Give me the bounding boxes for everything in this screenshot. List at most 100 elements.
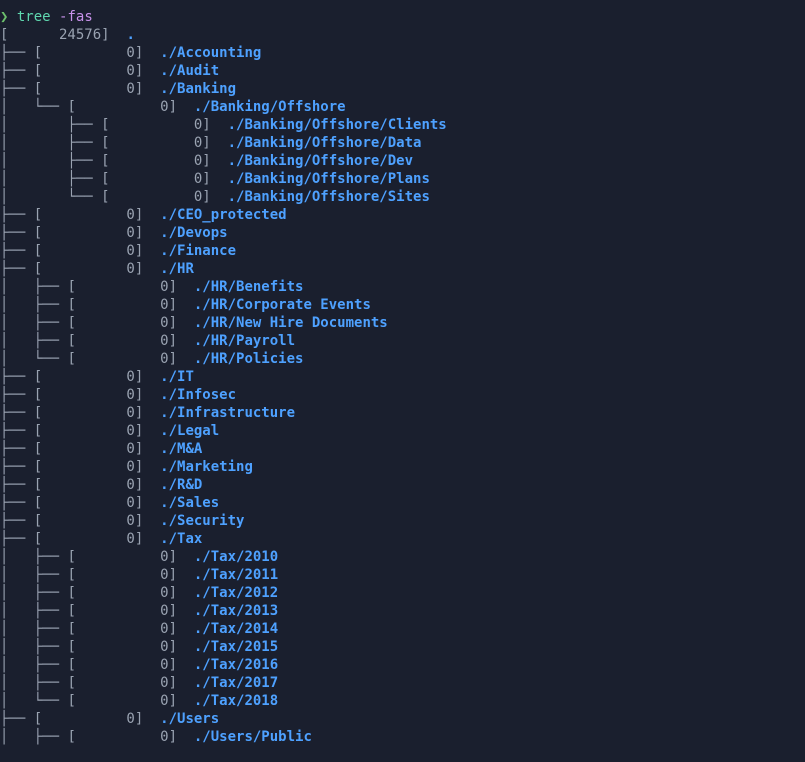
size-bracket: [ 0]: [34, 459, 144, 475]
size-bracket: [ 0]: [34, 513, 144, 529]
tree-connector: │ ├──: [0, 171, 101, 187]
tree-connector: │ ├──: [0, 567, 67, 583]
dir-entry: ./CEO_protected: [160, 207, 286, 223]
dir-entry: ./Devops: [160, 225, 227, 241]
size-bracket: [ 0]: [34, 405, 144, 421]
size-bracket: [ 0]: [101, 153, 211, 169]
tree-connector: ├──: [0, 405, 34, 421]
tree-connector: │ ├──: [0, 333, 67, 349]
size-bracket: [ 0]: [34, 261, 144, 277]
dir-entry: ./Tax: [160, 531, 202, 547]
dir-entry: ./Tax/2012: [194, 585, 278, 601]
tree-connector: │ ├──: [0, 117, 101, 133]
size-bracket: [ 0]: [34, 423, 144, 439]
tree-connector: ├──: [0, 441, 34, 457]
size-bracket: [ 0]: [67, 99, 177, 115]
tree-connector: │ ├──: [0, 135, 101, 151]
dir-entry: ./HR/Corporate Events: [194, 297, 371, 313]
tree-connector: │ └──: [0, 189, 101, 205]
dir-entry: ./Audit: [160, 63, 219, 79]
size-bracket: [ 0]: [67, 585, 177, 601]
tree-connector: ├──: [0, 261, 34, 277]
tree-connector: ├──: [0, 495, 34, 511]
tree-connector: ├──: [0, 711, 34, 727]
size-bracket: [ 0]: [67, 693, 177, 709]
dir-entry: ./Banking/Offshore/Clients: [228, 117, 447, 133]
terminal-output: ❯ tree -fas [ 24576] . ├── [ 0] ./Accoun…: [0, 0, 805, 746]
dir-entry: ./Banking: [160, 81, 236, 97]
tree-connector: │ ├──: [0, 675, 67, 691]
dir-entry: ./HR: [160, 261, 194, 277]
tree-connector: ├──: [0, 477, 34, 493]
tree-connector: │ ├──: [0, 729, 67, 745]
size-bracket: [ 0]: [101, 171, 211, 187]
tree-connector: ├──: [0, 387, 34, 403]
dir-entry: ./Users: [160, 711, 219, 727]
tree-connector: │ └──: [0, 693, 67, 709]
size-bracket: [ 0]: [34, 207, 144, 223]
tree-connector: │ ├──: [0, 603, 67, 619]
dir-entry: ./Accounting: [160, 45, 261, 61]
dir-root: .: [126, 27, 134, 43]
dir-entry: ./Tax/2015: [194, 639, 278, 655]
tree-connector: │ ├──: [0, 585, 67, 601]
command: tree: [17, 9, 51, 25]
dir-entry: ./HR/Policies: [194, 351, 304, 367]
dir-entry: ./Infrastructure: [160, 405, 295, 421]
dir-entry: ./Tax/2013: [194, 603, 278, 619]
tree-connector: ├──: [0, 531, 34, 547]
size-bracket: [ 0]: [67, 567, 177, 583]
dir-entry: ./Security: [160, 513, 244, 529]
tree-connector: ├──: [0, 369, 34, 385]
size-bracket: [ 0]: [34, 711, 144, 727]
size-bracket: [ 0]: [34, 495, 144, 511]
size-bracket: [ 0]: [67, 315, 177, 331]
size-bracket: [ 0]: [34, 441, 144, 457]
tree-connector: ├──: [0, 81, 34, 97]
tree-connector: ├──: [0, 207, 34, 223]
dir-entry: ./Banking/Offshore/Plans: [228, 171, 430, 187]
tree-connector: ├──: [0, 423, 34, 439]
dir-entry: ./Banking/Offshore: [194, 99, 346, 115]
tree-connector: │ ├──: [0, 639, 67, 655]
size-bracket: [ 0]: [67, 621, 177, 637]
dir-entry: ./R&D: [160, 477, 202, 493]
tree-connector: │ └──: [0, 99, 67, 115]
tree-connector: │ ├──: [0, 297, 67, 313]
size-bracket: [ 0]: [67, 675, 177, 691]
tree-connector: ├──: [0, 45, 34, 61]
tree-connector: │ ├──: [0, 279, 67, 295]
dir-entry: ./Sales: [160, 495, 219, 511]
dir-entry: ./Marketing: [160, 459, 253, 475]
dir-entry: ./Users/Public: [194, 729, 312, 745]
dir-entry: ./Tax/2017: [194, 675, 278, 691]
size-bracket: [ 24576]: [0, 27, 110, 43]
tree-connector: │ ├──: [0, 621, 67, 637]
dir-entry: ./Banking/Offshore/Data: [228, 135, 422, 151]
dir-entry: ./HR/Payroll: [194, 333, 295, 349]
size-bracket: [ 0]: [34, 477, 144, 493]
size-bracket: [ 0]: [34, 63, 144, 79]
dir-entry: ./Tax/2011: [194, 567, 278, 583]
size-bracket: [ 0]: [67, 729, 177, 745]
size-bracket: [ 0]: [67, 639, 177, 655]
tree-connector: ├──: [0, 225, 34, 241]
size-bracket: [ 0]: [34, 45, 144, 61]
dir-entry: ./HR/New Hire Documents: [194, 315, 388, 331]
size-bracket: [ 0]: [67, 657, 177, 673]
size-bracket: [ 0]: [67, 603, 177, 619]
size-bracket: [ 0]: [34, 387, 144, 403]
dir-entry: ./M&A: [160, 441, 202, 457]
size-bracket: [ 0]: [101, 117, 211, 133]
tree-connector: ├──: [0, 513, 34, 529]
dir-entry: ./Tax/2016: [194, 657, 278, 673]
tree-connector: │ ├──: [0, 315, 67, 331]
dir-entry: ./Finance: [160, 243, 236, 259]
size-bracket: [ 0]: [34, 369, 144, 385]
tree-connector: │ ├──: [0, 549, 67, 565]
tree-connector: │ ├──: [0, 153, 101, 169]
tree-connector: ├──: [0, 63, 34, 79]
size-bracket: [ 0]: [67, 279, 177, 295]
size-bracket: [ 0]: [34, 243, 144, 259]
dir-entry: ./Tax/2018: [194, 693, 278, 709]
